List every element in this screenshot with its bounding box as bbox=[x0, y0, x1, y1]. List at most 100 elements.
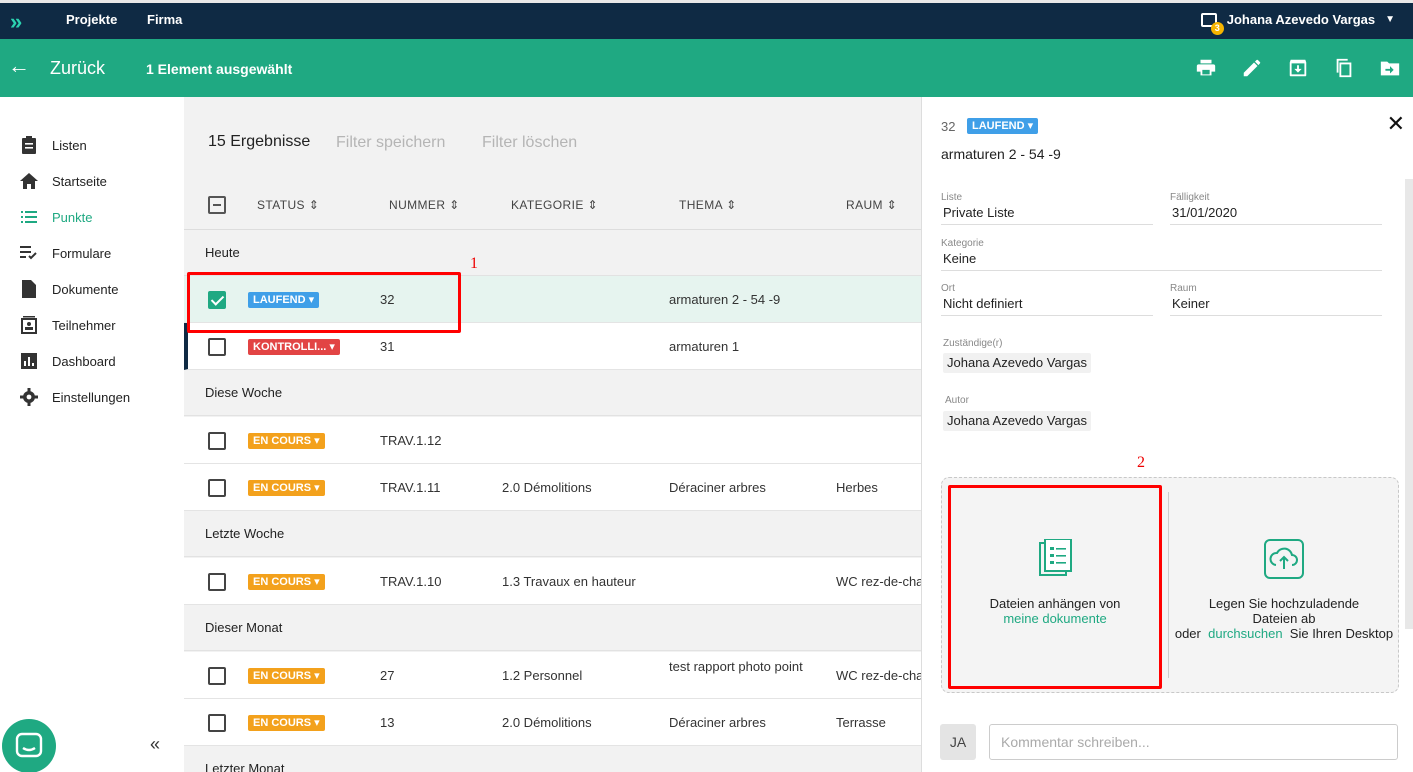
cell-topic: Déraciner arbres bbox=[669, 480, 766, 495]
sidebar-item-label: Listen bbox=[52, 137, 87, 153]
chat-button[interactable] bbox=[2, 719, 56, 772]
table-row[interactable]: EN COURS ▾ TRAV.1.12 bbox=[184, 417, 921, 464]
sidebar-item-startseite[interactable]: Startseite bbox=[20, 170, 107, 192]
filter-clear-button[interactable]: Filter löschen bbox=[482, 134, 577, 152]
collapse-sidebar-button[interactable]: « bbox=[150, 734, 160, 755]
sidebar-item-teilnehmer[interactable]: Teilnehmer bbox=[20, 314, 116, 336]
row-checkbox[interactable] bbox=[208, 338, 226, 356]
status-badge[interactable]: EN COURS ▾ bbox=[248, 480, 325, 496]
field-kategorie[interactable]: Kategorie Keine bbox=[941, 238, 1382, 271]
notification-badge: 3 bbox=[1210, 21, 1224, 35]
print-icon[interactable] bbox=[1195, 57, 1217, 79]
selection-info: 1 Element ausgewählt bbox=[146, 61, 293, 77]
row-checkbox[interactable] bbox=[208, 573, 226, 591]
sidebar-item-dokumente[interactable]: Dokumente bbox=[20, 278, 118, 300]
sidebar-item-punkte[interactable]: Punkte bbox=[20, 206, 92, 228]
detail-number: 32 bbox=[941, 119, 956, 134]
field-raum[interactable]: Raum Keiner bbox=[1170, 283, 1382, 316]
group-header: Heute bbox=[184, 230, 921, 276]
status-badge[interactable]: EN COURS ▾ bbox=[248, 574, 325, 590]
cell-room: Herbes bbox=[836, 480, 878, 495]
avatar: JA bbox=[940, 724, 976, 760]
cell-number: TRAV.1.12 bbox=[380, 433, 442, 448]
comment-input[interactable] bbox=[989, 724, 1398, 760]
upload-dropzone[interactable]: Legen Sie hochzuladende Dateien ab oder … bbox=[1169, 478, 1399, 692]
cloud-upload-icon bbox=[1264, 539, 1304, 579]
field-liste[interactable]: Liste Private Liste bbox=[941, 192, 1153, 225]
column-nummer[interactable]: NUMMER ⇕ bbox=[389, 198, 460, 212]
sidebar-item-label: Punkte bbox=[52, 209, 93, 225]
cell-number: TRAV.1.10 bbox=[380, 574, 442, 589]
notification-icon[interactable]: 3 bbox=[1200, 12, 1224, 35]
detail-status-badge[interactable]: LAUFEND ▾ bbox=[967, 118, 1039, 134]
annotation-label-2: 2 bbox=[1137, 454, 1145, 471]
row-checkbox[interactable] bbox=[208, 479, 226, 497]
cell-topic: Déraciner arbres bbox=[669, 715, 766, 730]
chart-icon bbox=[20, 352, 38, 370]
table-row[interactable]: EN COURS ▾ 27 1.2 Personnel test rapport… bbox=[184, 652, 921, 699]
cell-room: WC rez-de-cha bbox=[836, 668, 921, 683]
sidebar-item-label: Formulare bbox=[52, 245, 112, 261]
move-folder-icon[interactable] bbox=[1379, 57, 1401, 79]
row-checkbox[interactable] bbox=[208, 667, 226, 685]
edit-icon[interactable] bbox=[1241, 57, 1263, 79]
sidebar-item-einstellungen[interactable]: Einstellungen bbox=[20, 386, 130, 408]
cell-number: 31 bbox=[380, 339, 395, 354]
user-name[interactable]: Johana Azevedo Vargas bbox=[1227, 12, 1375, 27]
table-row[interactable]: EN COURS ▾ TRAV.1.10 1.3 Travaux en haut… bbox=[184, 558, 921, 605]
assignee-chip[interactable]: Johana Azevedo Vargas bbox=[943, 353, 1091, 373]
table-row[interactable]: EN COURS ▾ TRAV.1.11 2.0 Démolitions Dér… bbox=[184, 464, 921, 511]
sidebar-item-formulare[interactable]: Formulare bbox=[20, 242, 111, 264]
row-checkbox[interactable] bbox=[208, 714, 226, 732]
browse-link[interactable]: durchsuchen bbox=[1208, 626, 1282, 641]
nav-projekte[interactable]: Projekte bbox=[66, 12, 117, 27]
status-badge[interactable]: EN COURS ▾ bbox=[248, 668, 325, 684]
cell-category: 1.2 Personnel bbox=[502, 668, 583, 683]
app-logo[interactable]: » bbox=[10, 9, 22, 35]
sidebar-item-label: Dashboard bbox=[52, 353, 116, 369]
filter-save-button[interactable]: Filter speichern bbox=[336, 134, 445, 152]
archive-icon[interactable] bbox=[1287, 57, 1309, 79]
annotation-box-1 bbox=[187, 272, 461, 333]
user-menu[interactable]: 3 Johana Azevedo Vargas ▼ bbox=[1200, 12, 1395, 35]
cell-category: 2.0 Démolitions bbox=[502, 480, 592, 495]
scrollbar[interactable] bbox=[1405, 179, 1413, 629]
sidebar-item-listen[interactable]: Listen bbox=[20, 134, 87, 156]
label-autor: Autor bbox=[945, 395, 969, 406]
close-icon[interactable]: ✕ bbox=[1387, 111, 1405, 137]
select-all-checkbox[interactable] bbox=[208, 196, 226, 214]
cell-room: Terrasse bbox=[836, 715, 886, 730]
sidebar-item-label: Startseite bbox=[52, 173, 107, 189]
field-ort[interactable]: Ort Nicht definiert bbox=[941, 283, 1153, 316]
back-button[interactable]: Zurück bbox=[50, 58, 105, 79]
copy-icon[interactable] bbox=[1333, 57, 1355, 79]
column-thema[interactable]: THEMA ⇕ bbox=[679, 198, 737, 212]
document-icon bbox=[20, 280, 38, 298]
group-header: Letzter Monat bbox=[184, 746, 921, 772]
chevron-down-icon[interactable]: ▼ bbox=[1385, 14, 1395, 25]
column-kategorie[interactable]: KATEGORIE ⇕ bbox=[511, 198, 598, 212]
checklist-icon bbox=[20, 244, 38, 262]
cell-number: TRAV.1.11 bbox=[380, 480, 441, 495]
group-header: Diese Woche bbox=[184, 370, 921, 416]
column-status[interactable]: STATUS ⇕ bbox=[257, 198, 319, 212]
cell-topic: armaturen 2 - 54 -9 bbox=[669, 292, 781, 307]
author-chip: Johana Azevedo Vargas bbox=[943, 411, 1091, 431]
status-badge[interactable]: KONTROLLI... ▾ bbox=[248, 339, 340, 355]
group-header: Dieser Monat bbox=[184, 605, 921, 651]
table-row[interactable]: EN COURS ▾ 13 2.0 Démolitions Déraciner … bbox=[184, 699, 921, 746]
home-icon bbox=[20, 172, 38, 190]
nav-firma[interactable]: Firma bbox=[147, 12, 182, 27]
column-raum[interactable]: RAUM ⇕ bbox=[846, 198, 897, 212]
row-checkbox[interactable] bbox=[208, 432, 226, 450]
sidebar: Listen Startseite Punkte Formulare Dokum… bbox=[0, 97, 184, 772]
back-arrow-icon[interactable]: ← bbox=[8, 53, 30, 79]
status-badge[interactable]: EN COURS ▾ bbox=[248, 433, 325, 449]
cell-room: WC rez-de-cha bbox=[836, 574, 921, 589]
action-bar: ← Zurück 1 Element ausgewählt bbox=[0, 39, 1413, 97]
points-list: 15 Ergebnisse Filter speichern Filter lö… bbox=[184, 97, 921, 772]
field-faelligkeit[interactable]: Fälligkeit 31/01/2020 bbox=[1170, 192, 1382, 225]
upload-text: Legen Sie hochzuladende Dateien ab bbox=[1208, 596, 1360, 626]
status-badge[interactable]: EN COURS ▾ bbox=[248, 715, 325, 731]
sidebar-item-dashboard[interactable]: Dashboard bbox=[20, 350, 116, 372]
